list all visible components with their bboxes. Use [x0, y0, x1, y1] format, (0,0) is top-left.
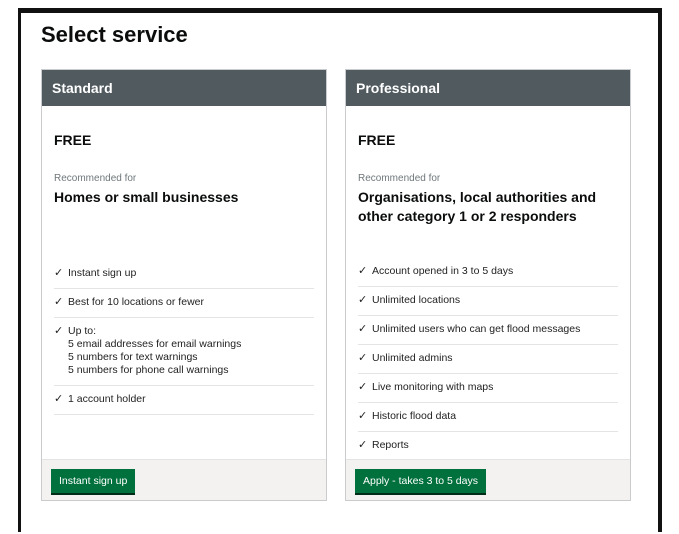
feature-item: ✓ Up to: 5 email addresses for email warn… [54, 318, 314, 386]
feature-item: ✓ 1 account holder [54, 386, 314, 415]
apply-button[interactable]: Apply - takes 3 to 5 days [355, 469, 486, 493]
recommended-for-standard: Homes or small businesses [54, 189, 239, 205]
feature-item: ✓ Reports [358, 432, 618, 461]
feature-subitem: 5 numbers for text warnings [68, 351, 198, 363]
feature-sublist: 5 email addresses for email warnings 5 n… [54, 338, 314, 377]
feature-text: Unlimited locations [372, 294, 461, 306]
feature-item: ✓ Unlimited users who can get flood messa… [358, 316, 618, 345]
feature-list-standard: ✓ Instant sign up ✓ Best for 10 locations … [54, 260, 314, 415]
feature-item: ✓ Unlimited locations [358, 287, 618, 316]
standard-service-card: Standard FREE Recommended for Homes or s… [41, 69, 327, 501]
card-footer-standard: Instant sign up [42, 459, 326, 500]
check-icon: ✓ [54, 393, 64, 405]
feature-text: Historic flood data [372, 410, 457, 422]
feature-text: Live monitoring with maps [372, 381, 494, 393]
recommended-for-professional: Organisations, local authorities and oth… [358, 189, 597, 224]
professional-service-card: Professional FREE Recommended for Organi… [345, 69, 631, 501]
feature-list-professional: ✓ Account opened in 3 to 5 days ✓ Unlimite… [358, 258, 618, 461]
check-icon: ✓ [358, 439, 368, 451]
feature-item: ✓ Unlimited admins [358, 345, 618, 374]
card-footer-professional: Apply - takes 3 to 5 days [346, 459, 630, 500]
feature-text: 1 account holder [68, 393, 146, 405]
feature-subitem: 5 email addresses for email warnings [68, 338, 242, 350]
card-header-professional: Professional [346, 70, 630, 106]
card-header-standard: Standard [42, 70, 326, 106]
recommended-label-standard: Recommended for [54, 173, 137, 184]
recommended-label-professional: Recommended for [358, 173, 441, 184]
page-title: Select service [41, 22, 188, 47]
feature-text: Instant sign up [68, 267, 137, 279]
price-standard: FREE [54, 132, 92, 148]
check-icon: ✓ [54, 325, 64, 337]
feature-text: Unlimited users who can get flood messag… [372, 323, 581, 335]
check-icon: ✓ [54, 267, 64, 279]
check-icon: ✓ [358, 410, 368, 422]
check-icon: ✓ [358, 352, 368, 364]
price-professional: FREE [358, 132, 396, 148]
feature-text: Reports [372, 439, 409, 451]
feature-item: ✓ Historic flood data [358, 403, 618, 432]
feature-text: Account opened in 3 to 5 days [372, 265, 514, 277]
instant-sign-up-button[interactable]: Instant sign up [51, 469, 136, 493]
feature-text: Up to: [68, 325, 97, 337]
feature-item: ✓ Instant sign up [54, 260, 314, 289]
feature-item: ✓ Best for 10 locations or fewer [54, 289, 314, 318]
feature-subitem: 5 numbers for phone call warnings [68, 364, 229, 376]
feature-text: Unlimited admins [372, 352, 453, 364]
feature-item: ✓ Account opened in 3 to 5 days [358, 258, 618, 287]
check-icon: ✓ [358, 265, 368, 277]
check-icon: ✓ [358, 323, 368, 335]
feature-item: ✓ Live monitoring with maps [358, 374, 618, 403]
feature-text: Best for 10 locations or fewer [68, 296, 204, 308]
check-icon: ✓ [358, 381, 368, 393]
check-icon: ✓ [358, 294, 368, 306]
check-icon: ✓ [54, 296, 64, 308]
